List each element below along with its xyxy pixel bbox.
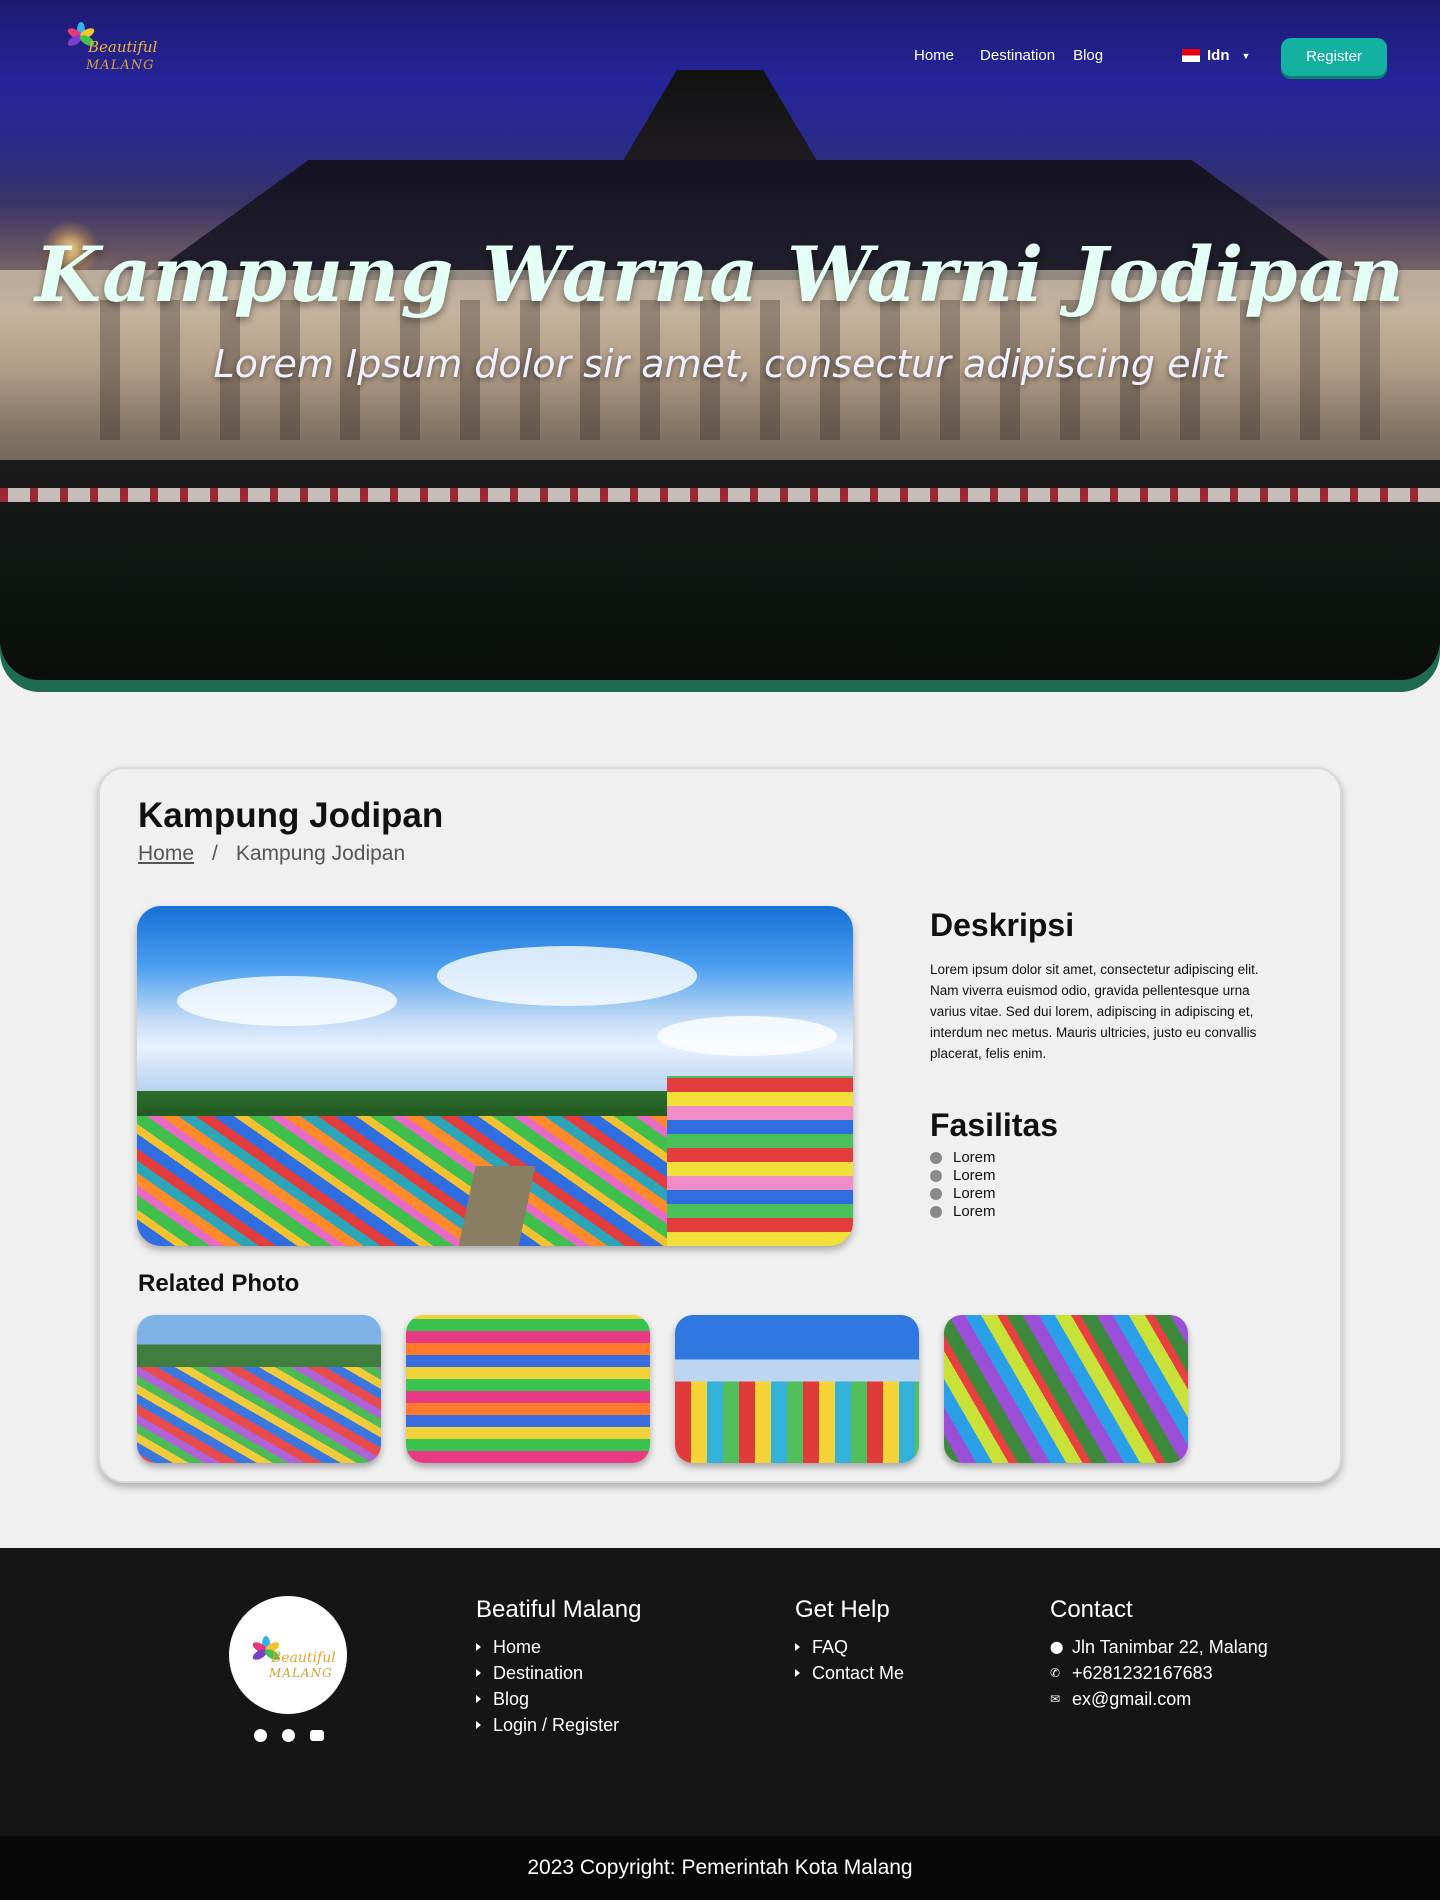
related-photo-3[interactable]	[675, 1315, 919, 1463]
facility-label: Lorem	[953, 1185, 996, 1202]
footer-link-label: Contact Me	[812, 1663, 905, 1683]
mail-icon: ✉	[1050, 1692, 1061, 1706]
map-pin-icon: ⬤	[1050, 1640, 1064, 1654]
facilities-list: Lorem Lorem Lorem Lorem	[930, 1149, 996, 1221]
facilities-heading: Fasilitas	[930, 1107, 1059, 1143]
facility-item: Lorem	[930, 1203, 996, 1221]
page-title: Kampung Jodipan	[138, 796, 444, 835]
footer-logo[interactable]: Beautiful MALANG	[229, 1596, 347, 1714]
description-text: Lorem ipsum dolor sit amet, consectetur …	[930, 962, 1259, 1061]
nav-link-home[interactable]: Home	[914, 47, 954, 64]
footer-link-label: Destination	[493, 1663, 584, 1683]
related-photo-1[interactable]	[137, 1315, 381, 1463]
phone-icon: ✆	[1050, 1666, 1061, 1680]
photo-cloud	[437, 946, 697, 1006]
bullet-icon	[930, 1152, 942, 1164]
caret-right-icon	[795, 1669, 800, 1677]
destination-card: Kampung Jodipan Home / Kampung Jodipan D…	[98, 767, 1342, 1483]
hero-section: Beautiful MALANG Home Destination Blog I…	[0, 0, 1440, 692]
youtube-icon[interactable]	[310, 1730, 324, 1741]
related-photo-heading: Related Photo	[138, 1270, 300, 1297]
footer-heading: Get Help	[795, 1596, 890, 1623]
footer-link-destination[interactable]: Destination	[476, 1660, 641, 1686]
breadcrumb-separator: /	[212, 842, 218, 865]
brand-name-line1: Beautiful	[88, 38, 158, 56]
contact-phone-text: +6281232167683	[1072, 1663, 1213, 1683]
footer-heading: Contact	[1050, 1596, 1133, 1623]
facility-item: Lorem	[930, 1167, 996, 1185]
nav-links: Home Destination Blog	[914, 47, 1129, 64]
social-links	[254, 1729, 324, 1742]
footer-link-label: Home	[493, 1637, 542, 1657]
facility-label: Lorem	[953, 1149, 996, 1166]
footer-column-help: Get Help FAQ Contact Me	[795, 1596, 904, 1686]
footer-link-label: FAQ	[812, 1637, 849, 1657]
language-selector[interactable]: Idn ▼	[1182, 47, 1250, 64]
copyright-bar: 2023 Copyright: Pemerintah Kota Malang	[0, 1836, 1440, 1900]
caret-right-icon	[795, 1643, 800, 1651]
footer-link-login-register[interactable]: Login / Register	[476, 1712, 641, 1738]
instagram-icon[interactable]	[282, 1729, 295, 1742]
brand-name-line2: MALANG	[269, 1666, 333, 1680]
footer: Beautiful MALANG Beatiful Malang Home De…	[0, 1548, 1440, 1836]
footer-link-label: Blog	[493, 1689, 530, 1709]
hero-subtitle: Lorem Ipsum dolor sir amet, consectur ad…	[213, 342, 1227, 386]
related-photo-gallery	[137, 1315, 1188, 1463]
footer-column-contact: Contact ⬤ Jln Tanimbar 22, Malang ✆ +62812…	[1050, 1596, 1268, 1712]
breadcrumb-home[interactable]: Home	[138, 842, 194, 866]
facility-label: Lorem	[953, 1167, 996, 1184]
bullet-icon	[930, 1206, 942, 1218]
brand-logo[interactable]: Beautiful MALANG	[66, 22, 166, 82]
footer-link-faq[interactable]: FAQ	[795, 1634, 904, 1660]
hero-title: Kampung Warna Warni Jodipan	[35, 230, 1405, 319]
nav-link-blog[interactable]: Blog	[1073, 47, 1103, 64]
caret-right-icon	[476, 1721, 481, 1729]
brand-name-line1: Beautiful	[271, 1650, 336, 1666]
facility-item: Lorem	[930, 1185, 996, 1203]
facebook-icon[interactable]	[254, 1729, 267, 1742]
nav-link-destination[interactable]: Destination	[980, 47, 1055, 64]
footer-link-home[interactable]: Home	[476, 1634, 641, 1660]
caret-down-icon: ▼	[1241, 50, 1251, 61]
footer-heading: Beatiful Malang	[476, 1596, 642, 1623]
footer-link-label: Login / Register	[493, 1715, 620, 1735]
facility-label: Lorem	[953, 1203, 996, 1220]
footer-link-blog[interactable]: Blog	[476, 1686, 641, 1712]
contact-email-text: ex@gmail.com	[1072, 1689, 1192, 1709]
contact-phone[interactable]: ✆ +6281232167683	[1050, 1660, 1268, 1686]
footer-link-contact-me[interactable]: Contact Me	[795, 1660, 904, 1686]
fence	[0, 488, 1440, 502]
indonesia-flag-icon	[1182, 49, 1200, 62]
related-photo-2[interactable]	[406, 1315, 650, 1463]
caret-right-icon	[476, 1669, 481, 1677]
photo-cloud	[657, 1016, 837, 1056]
bullet-icon	[930, 1170, 942, 1182]
top-navigation: Beautiful MALANG Home Destination Blog I…	[0, 0, 1440, 110]
breadcrumb-current: Kampung Jodipan	[235, 842, 406, 865]
related-photo-4[interactable]	[944, 1315, 1188, 1463]
photo-houses-right	[667, 1076, 853, 1246]
language-label: Idn	[1207, 47, 1230, 64]
caret-right-icon	[476, 1643, 481, 1651]
bullet-icon	[930, 1188, 942, 1200]
contact-email[interactable]: ✉ ex@gmail.com	[1050, 1686, 1268, 1712]
contact-address: ⬤ Jln Tanimbar 22, Malang	[1050, 1634, 1268, 1660]
caret-right-icon	[476, 1695, 481, 1703]
register-button[interactable]: Register	[1281, 38, 1387, 76]
facility-item: Lorem	[930, 1149, 996, 1167]
footer-column-brand: Beatiful Malang Home Destination Blog Lo…	[476, 1596, 641, 1738]
description-heading: Deskripsi	[930, 907, 1075, 943]
main-destination-photo[interactable]	[137, 906, 853, 1246]
breadcrumb: Home / Kampung Jodipan	[138, 842, 405, 866]
photo-cloud	[177, 976, 397, 1026]
brand-name-line2: MALANG	[86, 58, 155, 73]
contact-address-text: Jln Tanimbar 22, Malang	[1072, 1637, 1268, 1657]
